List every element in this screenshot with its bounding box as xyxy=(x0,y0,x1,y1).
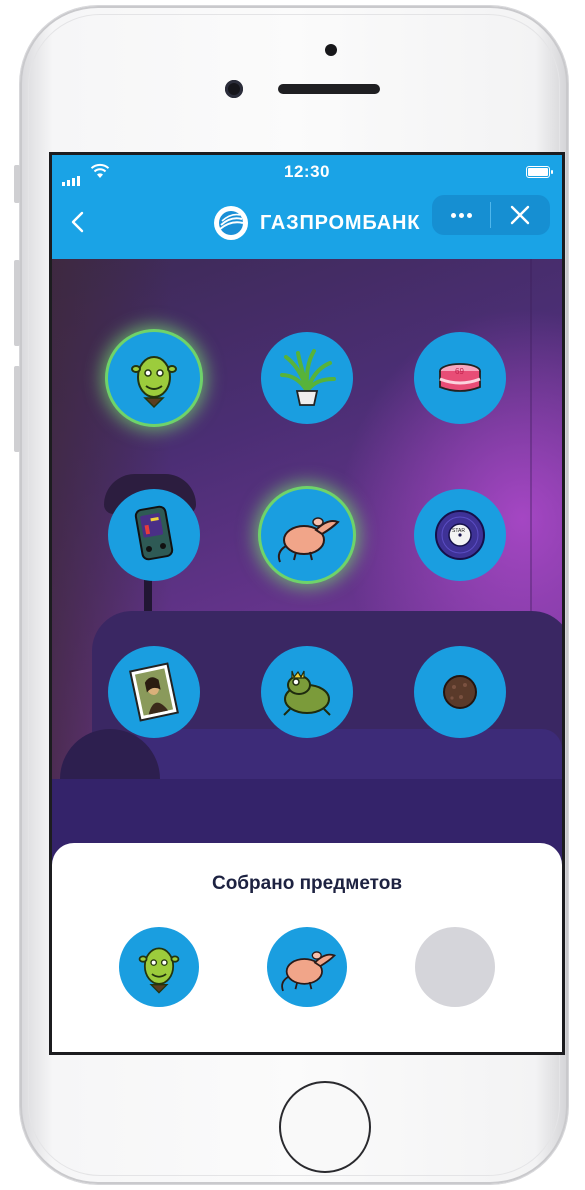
rat-icon xyxy=(281,951,337,992)
gazprombank-logo-icon xyxy=(214,206,248,240)
collected-slot-ogre xyxy=(119,927,199,1007)
item-rat[interactable] xyxy=(261,489,353,581)
item-game-console[interactable] xyxy=(108,489,200,581)
battery-icon xyxy=(526,166,553,178)
navigation-bar: ГАЗПРОМБАНК xyxy=(52,187,562,259)
volume-down-button xyxy=(14,366,20,452)
status-bar: 12:30 xyxy=(52,155,562,187)
item-plant[interactable] xyxy=(261,332,353,424)
vinyl-record-icon: STAR xyxy=(435,510,485,560)
painting-icon xyxy=(129,662,179,722)
volume-up-button xyxy=(14,260,20,346)
svg-text:69: 69 xyxy=(455,367,464,376)
rat-icon xyxy=(277,517,340,563)
frog-icon xyxy=(283,670,331,716)
game-console-icon xyxy=(134,505,174,561)
screen: 12:30 ГАЗПРОМБАНК 69 STAR Собрано предме… xyxy=(49,152,565,1055)
meatball-icon xyxy=(443,675,477,709)
earpiece-speaker xyxy=(278,84,380,94)
item-mona-lisa-painting[interactable] xyxy=(108,646,200,738)
more-button[interactable] xyxy=(432,195,490,235)
svg-text:STAR: STAR xyxy=(452,528,465,534)
mini-app-capsule xyxy=(432,195,550,235)
item-cake[interactable]: 69 xyxy=(414,332,506,424)
collected-slot-empty xyxy=(415,927,495,1007)
mute-switch xyxy=(14,165,20,203)
sheet-title: Собрано предметов xyxy=(211,873,403,894)
front-camera xyxy=(225,80,243,98)
proximity-sensor xyxy=(325,44,337,56)
chevron-left-icon[interactable] xyxy=(66,209,92,235)
plant-icon xyxy=(280,349,336,406)
brand-logo: ГАЗПРОМБАНК xyxy=(214,206,420,240)
logo-text: ГАЗПРОМБАНК xyxy=(260,211,421,234)
item-frog-prince[interactable] xyxy=(261,646,353,738)
collected-items-sheet: Собрано предметов xyxy=(52,843,562,1052)
item-meatball[interactable] xyxy=(414,646,506,738)
status-time: 12:30 xyxy=(284,162,330,181)
home-button[interactable] xyxy=(279,1081,371,1173)
game-scene: 69 STAR xyxy=(52,259,562,869)
cake-icon: 69 xyxy=(439,363,481,392)
ogre-icon xyxy=(131,356,177,409)
collected-slot-rat xyxy=(267,927,347,1007)
item-ogre[interactable] xyxy=(108,332,200,424)
item-vinyl-record[interactable]: STAR xyxy=(414,489,506,581)
ogre-icon xyxy=(138,947,180,994)
close-icon xyxy=(510,205,530,225)
close-button[interactable] xyxy=(491,195,549,235)
